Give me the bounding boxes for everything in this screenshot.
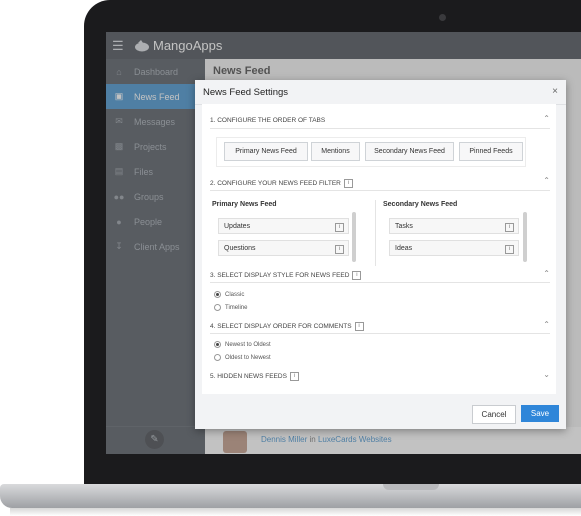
info-icon[interactable]: i bbox=[343, 179, 353, 188]
radio-button[interactable] bbox=[214, 304, 221, 311]
section-filter-heading: 2. CONFIGURE YOUR NEWS FEED FILTER i bbox=[210, 179, 353, 188]
section-comment-order-heading-text: 4. SELECT DISPLAY ORDER FOR COMMENTS bbox=[210, 323, 352, 331]
radio-label: Timeline bbox=[225, 304, 248, 311]
filter-item-tasks[interactable]: Tasks i bbox=[389, 218, 519, 234]
secondary-feed-heading: Secondary News Feed bbox=[383, 201, 458, 208]
radio-label: Newest to Oldest bbox=[225, 341, 271, 348]
filter-item-updates[interactable]: Updates i bbox=[218, 218, 349, 234]
column-divider bbox=[375, 200, 376, 266]
close-icon[interactable]: × bbox=[552, 86, 558, 97]
info-icon[interactable]: i bbox=[505, 223, 514, 232]
chevron-up-icon[interactable]: ⌃ bbox=[543, 114, 550, 123]
radio-timeline[interactable]: Timeline bbox=[214, 304, 247, 311]
section-filter-heading-text: 2. CONFIGURE YOUR NEWS FEED FILTER bbox=[210, 180, 341, 188]
laptop-notch bbox=[383, 484, 439, 490]
dialog-body: 1. CONFIGURE THE ORDER OF TABS ⌃ Primary… bbox=[202, 104, 556, 394]
laptop-base bbox=[0, 484, 581, 508]
cancel-button[interactable]: Cancel bbox=[472, 405, 516, 424]
filter-item-questions[interactable]: Questions i bbox=[218, 240, 349, 256]
chevron-down-icon[interactable]: ⌄ bbox=[543, 370, 550, 379]
filter-item-ideas[interactable]: Ideas i bbox=[389, 240, 519, 256]
info-icon[interactable]: i bbox=[354, 322, 364, 331]
save-button[interactable]: Save bbox=[521, 405, 559, 422]
divider bbox=[210, 282, 550, 283]
dialog-title: News Feed Settings bbox=[203, 87, 289, 98]
tab-order-primary-news-feed[interactable]: Primary News Feed bbox=[224, 142, 308, 161]
radio-label: Classic bbox=[225, 291, 245, 298]
section-display-style-heading-text: 3. SELECT DISPLAY STYLE FOR NEWS FEED bbox=[210, 272, 350, 280]
scrollbar[interactable] bbox=[352, 212, 356, 262]
chevron-up-icon[interactable]: ⌃ bbox=[543, 269, 550, 278]
tab-order-mentions[interactable]: Mentions bbox=[311, 142, 360, 161]
dialog-footer: Cancel Save bbox=[195, 394, 566, 429]
filter-item-label: Updates bbox=[224, 222, 251, 230]
radio-label: Oldest to Newest bbox=[225, 354, 271, 361]
divider bbox=[210, 333, 550, 334]
divider bbox=[210, 190, 550, 191]
radio-button[interactable] bbox=[214, 341, 221, 348]
filter-item-label: Tasks bbox=[395, 222, 413, 230]
filter-item-label: Questions bbox=[224, 244, 256, 252]
dialog-header: News Feed Settings × bbox=[195, 80, 566, 105]
filter-item-label: Ideas bbox=[395, 244, 413, 252]
camera-icon bbox=[439, 14, 446, 21]
news-feed-settings-dialog: News Feed Settings × 1. CONFIGURE THE OR… bbox=[195, 80, 566, 429]
radio-button[interactable] bbox=[214, 291, 221, 298]
radio-button[interactable] bbox=[214, 354, 221, 361]
chevron-up-icon[interactable]: ⌃ bbox=[543, 320, 550, 329]
section-display-style-heading: 3. SELECT DISPLAY STYLE FOR NEWS FEED i bbox=[210, 271, 362, 280]
tab-order-secondary-news-feed[interactable]: Secondary News Feed bbox=[365, 142, 454, 161]
info-icon[interactable]: i bbox=[335, 245, 344, 254]
info-icon[interactable]: i bbox=[352, 271, 362, 280]
tab-order-list: Primary News Feed Mentions Secondary New… bbox=[216, 137, 526, 167]
laptop-shadow bbox=[10, 508, 581, 516]
radio-oldest-to-newest[interactable]: Oldest to Newest bbox=[214, 354, 271, 361]
radio-newest-to-oldest[interactable]: Newest to Oldest bbox=[214, 341, 271, 348]
section-hidden-feeds-heading: 5. HIDDEN NEWS FEEDS i bbox=[210, 372, 299, 381]
tab-order-pinned-feeds[interactable]: Pinned Feeds bbox=[459, 142, 523, 161]
info-icon[interactable]: i bbox=[505, 245, 514, 254]
radio-classic[interactable]: Classic bbox=[214, 291, 244, 298]
info-icon[interactable]: i bbox=[335, 223, 344, 232]
section-hidden-feeds-heading-text: 5. HIDDEN NEWS FEEDS bbox=[210, 373, 287, 381]
section-comment-order-heading: 4. SELECT DISPLAY ORDER FOR COMMENTS i bbox=[210, 322, 364, 331]
scrollbar[interactable] bbox=[523, 212, 527, 262]
divider bbox=[210, 128, 550, 129]
chevron-up-icon[interactable]: ⌃ bbox=[543, 176, 550, 185]
primary-feed-heading: Primary News Feed bbox=[212, 201, 277, 208]
section-tab-order-heading: 1. CONFIGURE THE ORDER OF TABS bbox=[210, 117, 326, 124]
info-icon[interactable]: i bbox=[289, 372, 299, 381]
